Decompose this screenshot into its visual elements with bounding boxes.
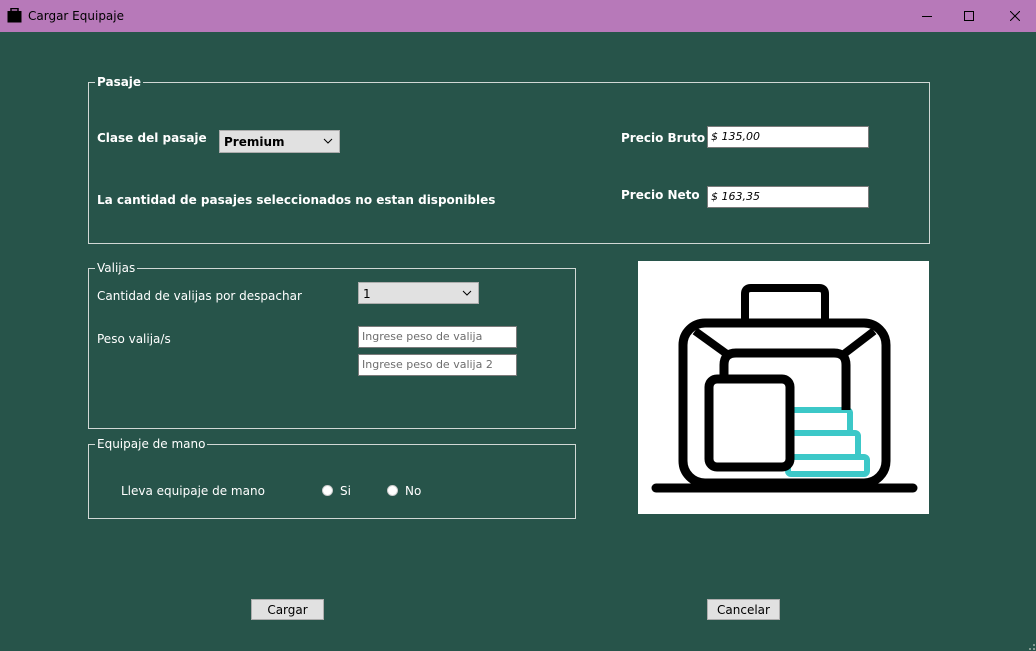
cantidad-valijas-select[interactable]: 1	[358, 282, 479, 304]
valijas-legend: Valijas	[95, 260, 138, 276]
peso-valija-2-input[interactable]: Ingrese peso de valija 2	[358, 354, 517, 376]
cancelar-button[interactable]: Cancelar	[707, 599, 780, 620]
pasaje-legend: Pasaje	[95, 74, 144, 90]
cantidad-valijas-value: 1	[363, 287, 371, 301]
minimize-button[interactable]	[904, 0, 950, 32]
cantidad-valijas-label: Cantidad de valijas por despachar	[97, 289, 302, 303]
precio-bruto-field[interactable]: $ 135,00	[707, 126, 869, 148]
equipaje-mano-group: Equipaje de mano	[88, 436, 576, 519]
equipaje-mano-legend: Equipaje de mano	[95, 436, 208, 452]
clase-label: Clase del pasaje	[97, 131, 207, 145]
title-bar: Cargar Equipaje	[0, 0, 1036, 32]
chevron-down-icon	[462, 290, 472, 296]
clase-select[interactable]: Premium	[219, 130, 340, 153]
window-title: Cargar Equipaje	[28, 9, 124, 23]
suitcase-illustration-icon	[651, 284, 918, 493]
maximize-button[interactable]	[946, 0, 992, 32]
peso-valija-1-input[interactable]: Ingrese peso de valija	[358, 326, 517, 348]
radio-si-label[interactable]: Si	[340, 483, 351, 499]
close-icon	[1010, 11, 1020, 21]
radio-no[interactable]	[387, 485, 398, 496]
maximize-icon	[964, 11, 974, 21]
pasaje-group: Pasaje	[88, 74, 930, 244]
cargar-button[interactable]: Cargar	[251, 599, 324, 620]
chevron-down-icon	[323, 138, 333, 144]
peso-valija-label: Peso valija/s	[97, 332, 171, 346]
precio-bruto-label: Precio Bruto	[621, 131, 706, 145]
clase-value: Premium	[224, 135, 285, 149]
minimize-icon	[922, 16, 932, 17]
luggage-icon	[7, 8, 22, 23]
equipaje-mano-question: Lleva equipaje de mano	[121, 484, 265, 498]
resize-grip-icon[interactable]	[1024, 639, 1036, 651]
precio-neto-label: Precio Neto	[621, 188, 700, 202]
pasajes-message: La cantidad de pasajes seleccionados no …	[97, 193, 496, 207]
radio-si[interactable]	[322, 485, 333, 496]
luggage-image	[638, 261, 929, 514]
precio-neto-field[interactable]: $ 163,35	[707, 186, 869, 208]
radio-no-label[interactable]: No	[405, 483, 421, 499]
close-button[interactable]	[992, 0, 1036, 32]
